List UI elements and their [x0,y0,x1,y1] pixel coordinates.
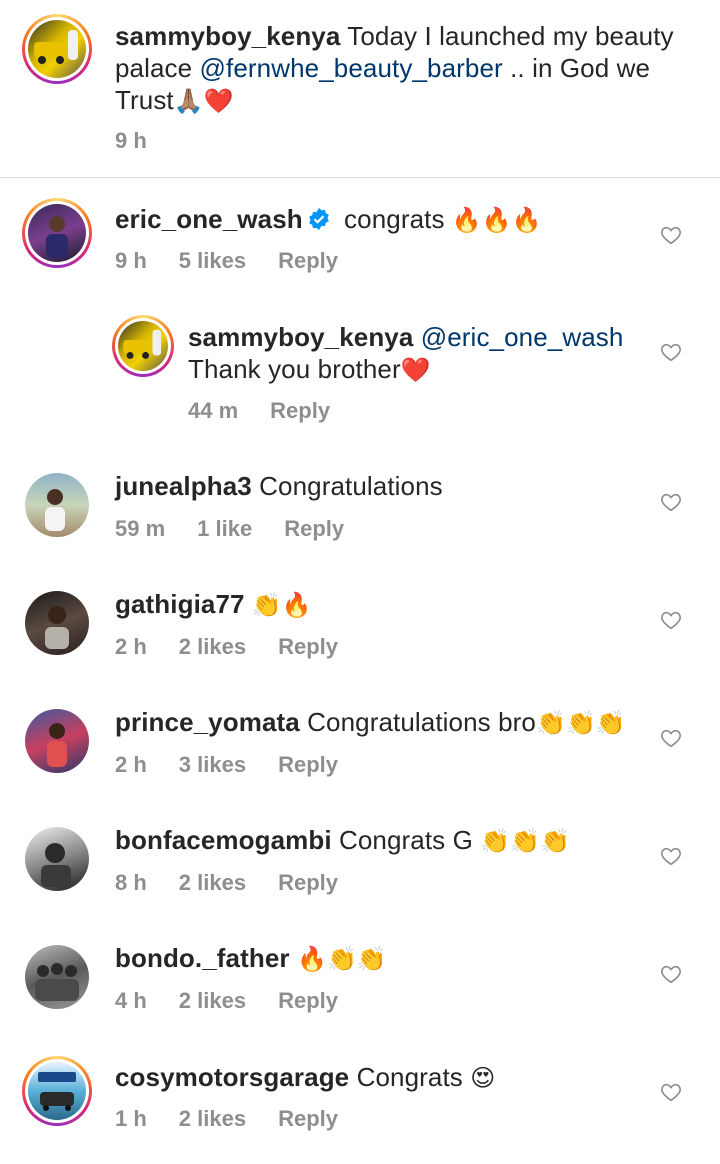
comment-likes[interactable]: 2 likes [179,988,246,1013]
heart-outline-icon[interactable] [660,845,682,867]
comment-username[interactable]: cosymotorsgarage [115,1062,349,1092]
reply-button[interactable]: Reply [270,398,330,423]
comment-username[interactable]: bondo._father [115,943,290,973]
heart-outline-icon[interactable] [660,491,682,513]
reply-text: sammyboy_kenya @eric_one_wash Thank you b… [188,322,624,384]
car-avatar-icon [34,30,78,64]
comment-emojis: 😍 [470,1064,496,1092]
car-avatar-icon [123,329,162,359]
comment-time: 4 h [115,988,147,1013]
person-avatar-icon [46,216,68,258]
comment-emojis: 👏👏👏 [480,827,571,855]
comment-time: 9 h [115,248,147,273]
heart-outline-icon[interactable] [660,727,682,749]
reply-username[interactable]: sammyboy_kenya [188,322,413,352]
comment-text: gathigia77 👏🔥 [115,588,655,621]
comment-meta: 1 h 2 likes Reply [115,1106,370,1132]
reply-emojis: ❤️ [400,356,431,384]
comment-text: prince_yomata Congratulations bro👏👏👏 [115,707,626,737]
comment-emojis: 👏🔥 [251,591,312,619]
comment-text: bonfacemogambi Congrats G 👏👏👏 [115,825,571,855]
comment-time: 1 h [115,1106,147,1131]
comment-avatar[interactable] [22,588,92,658]
caption-username[interactable]: sammyboy_kenya [115,21,340,51]
comment-time: 2 h [115,634,147,659]
person-avatar-icon [47,723,67,767]
comment-meta: 2 h 2 likes Reply [115,634,370,660]
comment-likes[interactable]: 2 likes [179,870,246,895]
comment-likes[interactable]: 1 like [197,516,252,541]
comment-likes[interactable]: 2 likes [179,1106,246,1131]
reply-button[interactable]: Reply [278,988,338,1013]
comment-text: bondo._father 🔥👏👏 [115,942,655,975]
comment-text: eric_one_wash congrats 🔥🔥🔥 [115,204,542,234]
heart-outline-icon[interactable] [660,341,682,363]
comment-time: 8 h [115,870,147,895]
verified-badge-icon [308,208,329,230]
reply-meta: 44 m Reply [188,398,362,424]
reply-button[interactable]: Reply [278,634,338,659]
garage-logo-icon [38,1072,76,1111]
group-avatar-icon [35,963,79,1001]
comment-likes[interactable]: 5 likes [179,248,246,273]
person-avatar-icon [45,489,65,531]
caption-time: 9 h [115,128,147,153]
heart-outline-icon[interactable] [660,963,682,985]
comment-username[interactable]: eric_one_wash [115,204,303,234]
reply-button[interactable]: Reply [284,516,344,541]
caption-text: sammyboy_kenya Today I launched my beaut… [115,21,674,115]
divider [0,177,720,178]
comment-meta: 9 h 5 likes Reply [115,248,370,274]
caption-avatar[interactable] [22,14,92,84]
caption-meta: 9 h [115,128,179,154]
comment-emojis: 🔥👏👏 [296,945,387,973]
caption-mention[interactable]: @fernwhe_beauty_barber [200,53,503,83]
comment-emojis: 🔥🔥🔥 [451,206,542,234]
reply-button[interactable]: Reply [278,870,338,895]
reply-button[interactable]: Reply [278,1106,338,1131]
comment-time: 59 m [115,516,166,541]
comment-meta: 2 h 3 likes Reply [115,752,370,778]
comment-avatar[interactable] [22,470,92,540]
heart-outline-icon[interactable] [660,609,682,631]
comment-avatar[interactable] [22,1056,92,1126]
comment-meta: 8 h 2 likes Reply [115,870,370,896]
comment-username[interactable]: junealpha3 [115,471,252,501]
person-avatar-icon [45,606,69,649]
comment-meta: 59 m 1 like Reply [115,516,376,542]
comment-text: junealpha3 Congratulations [115,471,443,501]
heart-outline-icon[interactable] [660,1081,682,1103]
comment-username[interactable]: prince_yomata [115,707,300,737]
person-avatar-icon [41,843,71,887]
comment-avatar[interactable] [22,706,92,776]
comment-username[interactable]: gathigia77 [115,589,245,619]
comment-text: cosymotorsgarage Congrats 😍 [115,1062,496,1092]
reply-button[interactable]: Reply [278,752,338,777]
comment-meta: 4 h 2 likes Reply [115,988,370,1014]
comment-likes[interactable]: 2 likes [179,634,246,659]
caption-emojis: 🙏🏽❤️ [173,87,234,115]
comment-avatar[interactable] [22,198,92,268]
comment-username[interactable]: bonfacemogambi [115,825,332,855]
comment-time: 2 h [115,752,147,777]
reply-avatar[interactable] [112,315,174,377]
comment-likes[interactable]: 3 likes [179,752,246,777]
reply-mention[interactable]: @eric_one_wash [421,322,624,352]
reply-button[interactable]: Reply [278,248,338,273]
heart-outline-icon[interactable] [660,224,682,246]
comment-emojis: 👏👏👏 [535,709,626,737]
comment-avatar[interactable] [22,824,92,894]
comment-avatar[interactable] [22,942,92,1012]
reply-time: 44 m [188,398,239,423]
